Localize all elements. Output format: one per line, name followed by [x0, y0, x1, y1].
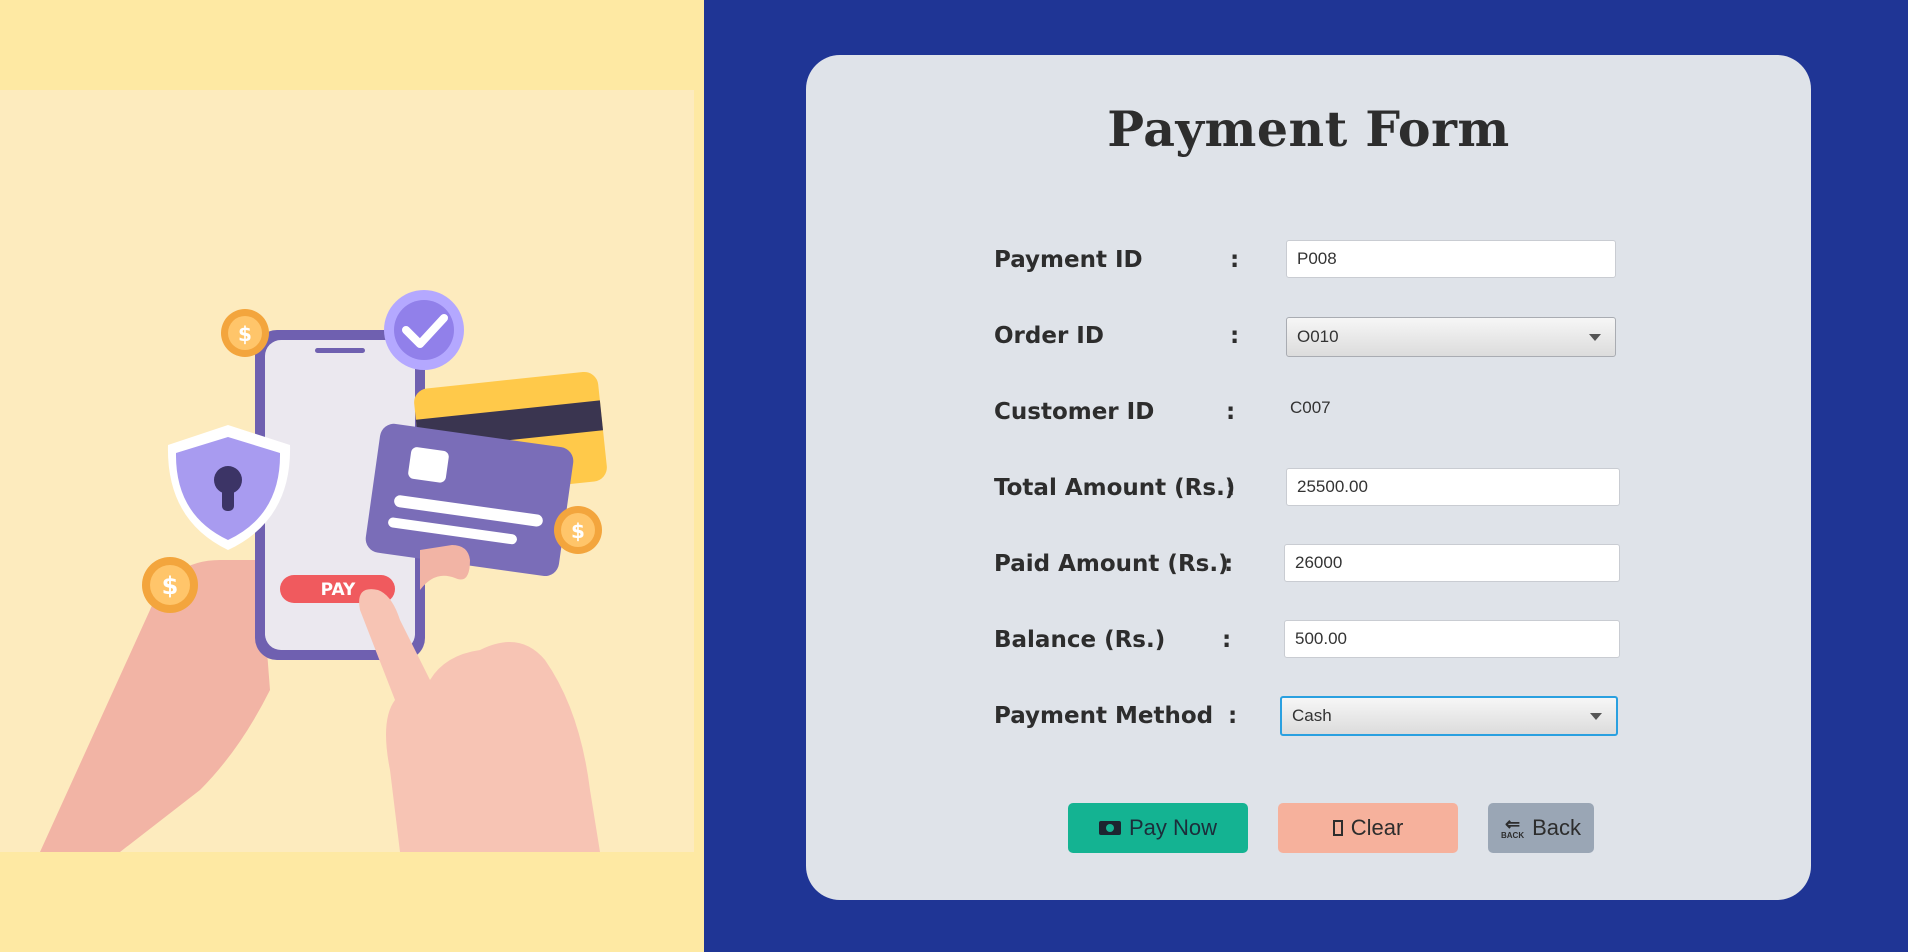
payment-method-value: Cash: [1292, 706, 1332, 725]
paid-amount-field[interactable]: 26000: [1284, 544, 1620, 582]
customer-id-value: C007: [1290, 398, 1331, 417]
pointing-hand: [359, 589, 600, 852]
total-amount-label: Total Amount (Rs.): [994, 475, 1236, 501]
chevron-down-icon: [1590, 713, 1602, 720]
coin-right: $: [554, 506, 602, 554]
balance-field[interactable]: 500.00: [1284, 620, 1620, 658]
paid-amount-colon: :: [1224, 551, 1234, 577]
clear-button[interactable]: Clear: [1278, 803, 1458, 853]
payment-illustration: PAY $ $ $: [40, 290, 607, 852]
order-id-dropdown[interactable]: O010: [1286, 317, 1616, 357]
coin-left: $: [142, 557, 198, 613]
pay-now-label: Pay Now: [1128, 815, 1218, 840]
clear-icon: [1332, 820, 1343, 836]
back-arrow-icon: ⇐ BACK: [1500, 814, 1525, 840]
payment-id-colon: :: [1230, 247, 1240, 273]
chevron-down-icon: [1589, 334, 1601, 341]
paid-amount-label: Paid Amount (Rs.): [994, 551, 1229, 577]
card-chip: [408, 447, 449, 483]
svg-text:$: $: [571, 519, 585, 543]
balance-label: Balance (Rs.): [994, 627, 1166, 653]
thumb: [420, 545, 470, 590]
phone-speaker: [315, 348, 365, 353]
back-button[interactable]: ⇐ BACK Back: [1488, 803, 1594, 853]
total-amount-colon: :: [1226, 475, 1236, 501]
page-title: Payment Form: [1107, 100, 1510, 158]
payment-id-field[interactable]: P008: [1286, 240, 1616, 278]
phone-pay-text: PAY: [321, 580, 356, 600]
cash-icon: [1098, 821, 1121, 835]
keyhole-stem: [222, 485, 234, 511]
back-label: Back: [1532, 815, 1582, 840]
customer-id-label: Customer ID: [994, 399, 1155, 425]
order-id-colon: :: [1230, 323, 1240, 349]
coin-top: $: [221, 309, 269, 357]
illustration-panel: PAY $ $ $: [0, 0, 704, 952]
payment-method-colon: :: [1228, 703, 1238, 729]
order-id-value: O010: [1297, 327, 1339, 346]
customer-id-colon: :: [1226, 399, 1236, 425]
payment-method-dropdown[interactable]: Cash: [1280, 696, 1618, 736]
payment-method-label: Payment Method: [994, 703, 1214, 729]
total-amount-field[interactable]: 25500.00: [1286, 468, 1620, 506]
pay-now-button[interactable]: Pay Now: [1068, 803, 1248, 853]
payment-id-label: Payment ID: [994, 247, 1143, 273]
svg-text:$: $: [162, 572, 179, 600]
svg-text:$: $: [238, 322, 252, 346]
order-id-label: Order ID: [994, 323, 1104, 349]
balance-colon: :: [1222, 627, 1232, 653]
clear-label: Clear: [1350, 815, 1404, 840]
